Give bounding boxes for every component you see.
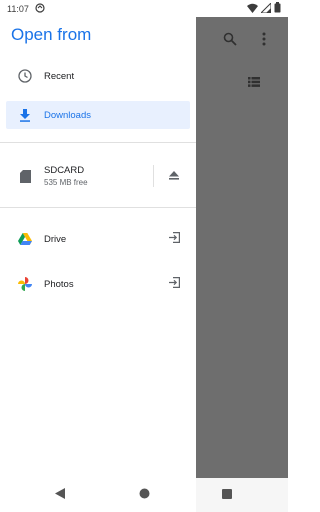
status-time: 11:07 xyxy=(7,3,29,14)
open-in-icon xyxy=(168,230,180,248)
nav-item-recent-label: Recent xyxy=(44,70,75,82)
search-icon[interactable] xyxy=(222,31,238,47)
open-drive-button[interactable] xyxy=(166,231,182,247)
overview-icon xyxy=(222,486,232,504)
nav-item-recent[interactable]: Recent xyxy=(6,62,190,90)
app-item-drive-label: Drive xyxy=(44,233,67,245)
more-vert-icon[interactable] xyxy=(256,31,272,47)
navigation-drawer: Open from Recent Downloads SDCARD 535 MB… xyxy=(0,17,196,478)
download-icon xyxy=(18,108,32,122)
nav-bar-dimmed-area xyxy=(196,478,288,512)
scrim[interactable] xyxy=(196,17,288,478)
sync-icon xyxy=(35,2,45,15)
sdcard-free-space: 535 MB free xyxy=(44,178,88,187)
divider xyxy=(153,165,154,187)
eject-button[interactable] xyxy=(166,168,182,184)
battery-icon xyxy=(274,2,281,15)
home-icon xyxy=(139,486,150,504)
drive-icon xyxy=(18,232,32,246)
open-photos-button[interactable] xyxy=(166,276,182,292)
open-in-icon xyxy=(168,275,180,293)
status-bar: 11:07 xyxy=(0,0,288,17)
nav-item-downloads-label: Downloads xyxy=(44,109,91,121)
clock-icon xyxy=(18,69,32,83)
root-item-sdcard[interactable]: SDCARD 535 MB free xyxy=(6,159,190,193)
back-button[interactable] xyxy=(52,487,68,503)
list-view-icon[interactable] xyxy=(246,74,262,90)
recents-button[interactable] xyxy=(219,487,235,503)
drawer-title: Open from xyxy=(11,25,92,44)
nav-item-downloads[interactable]: Downloads xyxy=(6,101,190,129)
system-nav-bar xyxy=(0,478,288,512)
divider xyxy=(0,142,196,143)
signal-icon xyxy=(259,1,272,15)
photos-icon xyxy=(18,277,32,291)
sdcard-icon xyxy=(18,169,32,183)
divider xyxy=(0,207,196,208)
sdcard-title: SDCARD xyxy=(44,165,85,176)
app-item-drive[interactable]: Drive xyxy=(6,224,190,254)
home-button[interactable] xyxy=(136,487,152,503)
eject-icon xyxy=(169,167,179,185)
wifi-icon xyxy=(247,3,258,15)
app-item-photos[interactable]: Photos xyxy=(6,269,190,299)
app-item-photos-label: Photos xyxy=(44,278,74,290)
back-icon xyxy=(55,486,65,504)
